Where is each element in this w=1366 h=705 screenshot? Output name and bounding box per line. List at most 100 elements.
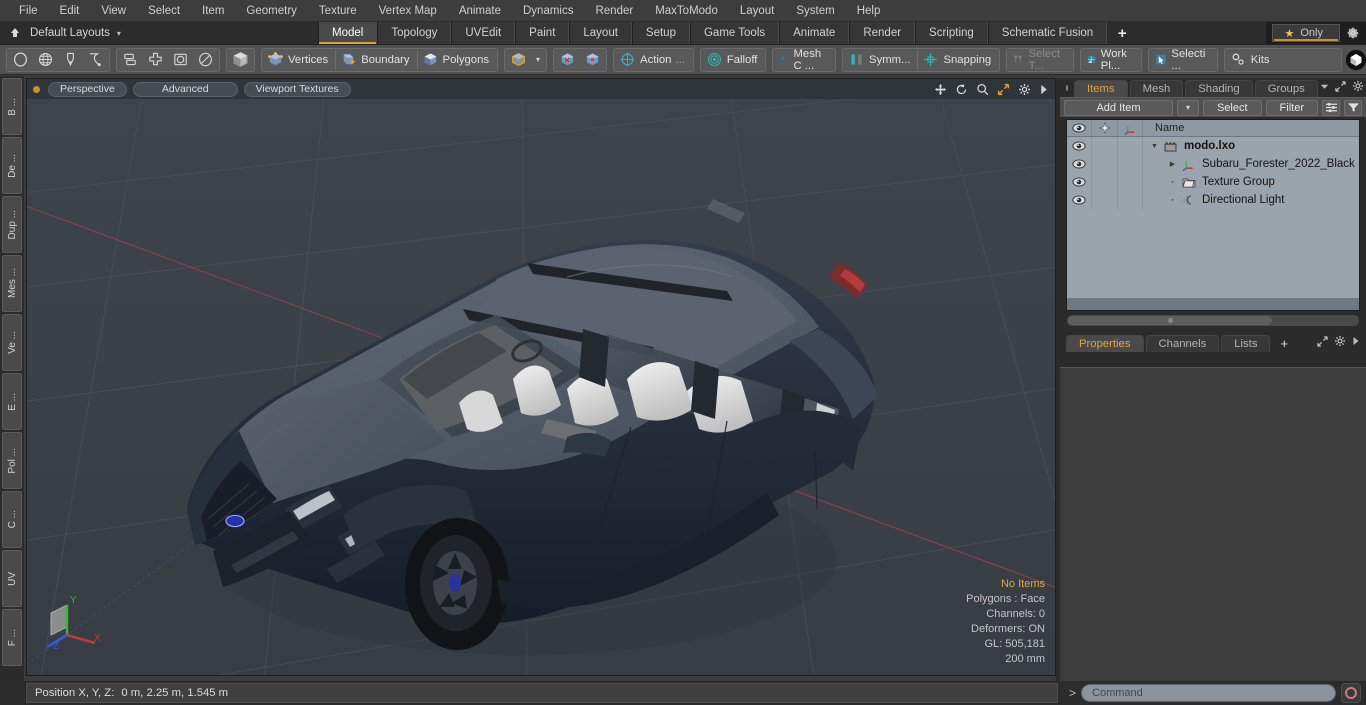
fit-icon[interactable] [997, 83, 1010, 96]
gear-icon[interactable] [1340, 22, 1366, 44]
item-tree[interactable]: Name ▼ modo.lxo ▶ Subaru_Forester_2022_Blac… [1066, 119, 1360, 311]
snapping-button[interactable]: Snapping [918, 49, 998, 71]
menu-item-animate[interactable]: Animate [448, 0, 512, 22]
transform-cell[interactable] [1118, 191, 1143, 209]
boundary-mode-button[interactable]: Boundary [336, 49, 416, 71]
layout-tab-topology[interactable]: Topology [377, 22, 452, 44]
lock-toggle-cell[interactable] [1092, 173, 1118, 191]
viewport-textures-button[interactable]: Viewport Textures [243, 81, 351, 97]
layout-tab-animate[interactable]: Animate [779, 22, 850, 44]
item-name-cell[interactable]: ▪ Directional Light [1143, 194, 1359, 206]
stack-tool-icon[interactable] [118, 49, 143, 71]
properties-tab-properties[interactable]: Properties [1066, 335, 1144, 352]
3d-viewport[interactable]: Y X Z No Items Polygons : Face Channels:… [26, 78, 1056, 676]
lock-toggle-cell[interactable] [1092, 137, 1118, 155]
menu-item-dynamics[interactable]: Dynamics [512, 0, 584, 22]
add-layout-tab-button[interactable]: + [1107, 22, 1137, 44]
expand-icon[interactable] [1335, 80, 1346, 95]
chevron-down-icon[interactable]: ▾ [117, 29, 121, 38]
gear-icon[interactable] [1352, 80, 1364, 95]
command-input[interactable]: Command [1081, 684, 1336, 702]
gear-icon[interactable] [1334, 335, 1346, 350]
menu-item-edit[interactable]: Edit [49, 0, 91, 22]
record-icon[interactable] [1341, 683, 1361, 703]
polygons-mode-button[interactable]: Polygons [418, 49, 496, 71]
left-tab-0[interactable]: B ... [2, 78, 22, 135]
viewport-scene[interactable] [27, 79, 1055, 675]
home-arrow-icon[interactable] [4, 23, 26, 44]
layout-tab-model[interactable]: Model [318, 22, 378, 44]
item-tree-row[interactable]: ▼ modo.lxo [1067, 137, 1359, 155]
item-name-cell[interactable]: ▪ Texture Group [1143, 176, 1359, 188]
visibility-toggle-icon[interactable] [1067, 137, 1092, 155]
visibility-toggle-icon[interactable] [1067, 173, 1092, 191]
action-center-button[interactable]: Action ... [615, 49, 692, 71]
visibility-toggle-icon[interactable] [1067, 155, 1092, 173]
axis-gizmo[interactable]: Y X Z [37, 587, 133, 667]
funnel-icon[interactable] [1344, 99, 1362, 116]
menu-item-file[interactable]: File [8, 0, 49, 22]
item-mode-cube-icon[interactable] [506, 49, 531, 71]
rotate-icon[interactable] [955, 83, 968, 96]
chevron-down-icon[interactable] [1320, 82, 1329, 94]
selection-set-button[interactable]: Selecti ... [1150, 48, 1216, 72]
layout-tab-uvedit[interactable]: UVEdit [451, 22, 516, 44]
layout-tab-game-tools[interactable]: Game Tools [689, 22, 780, 44]
menu-item-layout[interactable]: Layout [729, 0, 786, 22]
left-tab-3[interactable]: Mes ... [2, 255, 22, 312]
default-layouts-label[interactable]: Default Layouts [26, 27, 114, 39]
align-tool-icon[interactable] [143, 49, 168, 71]
zoom-icon[interactable] [976, 83, 989, 96]
left-tab-9[interactable]: F ... [2, 609, 22, 666]
expand-icon[interactable] [1317, 335, 1328, 350]
left-tab-8[interactable]: UV [2, 550, 22, 607]
panel-tab-shading[interactable]: Shading [1185, 80, 1253, 97]
item-tree-row[interactable]: ▪ Texture Group [1067, 173, 1359, 191]
vertices-mode-button[interactable]: Vertices [263, 49, 335, 71]
pan-icon[interactable] [934, 83, 947, 96]
left-tab-5[interactable]: E ... [2, 373, 22, 430]
viewport-arrow-icon[interactable] [1039, 84, 1049, 95]
work-plane-button[interactable]: Work Pl... [1082, 48, 1140, 72]
circle-tool-icon[interactable] [8, 49, 33, 71]
square-select-icon[interactable] [168, 49, 193, 71]
falloff-button[interactable]: Falloff [702, 49, 765, 71]
ellipse-select-icon[interactable] [193, 49, 218, 71]
add-item-button[interactable]: Add Item [1064, 99, 1173, 116]
expander-icon[interactable]: ▶ [1167, 160, 1178, 168]
menu-item-item[interactable]: Item [191, 0, 235, 22]
left-tab-4[interactable]: Ve ... [2, 314, 22, 371]
properties-tab-channels[interactable]: Channels [1145, 335, 1220, 352]
properties-tab-lists[interactable]: Lists [1221, 335, 1271, 352]
tree-horizontal-scrollbar[interactable] [1067, 298, 1359, 310]
menu-item-maxtomodo[interactable]: MaxToModo [644, 0, 729, 22]
layout-tab-schematic-fusion[interactable]: Schematic Fusion [987, 22, 1108, 44]
scrollbar-thumb[interactable] [1068, 316, 1273, 325]
menu-item-view[interactable]: View [90, 0, 137, 22]
viewport-projection-button[interactable]: Perspective [48, 81, 127, 97]
item-name-cell[interactable]: ▼ modo.lxo [1143, 140, 1359, 152]
panel-tab-items[interactable]: Items [1074, 80, 1128, 97]
only-toggle-button[interactable]: ★ Only [1271, 24, 1340, 42]
mesh-constraint-button[interactable]: Mesh C ... [774, 48, 834, 72]
left-tab-1[interactable]: De ... [2, 137, 22, 194]
layout-tab-scripting[interactable]: Scripting [915, 22, 988, 44]
transform-cell[interactable] [1118, 155, 1143, 173]
layout-tab-setup[interactable]: Setup [631, 22, 690, 44]
globe-tool-icon[interactable] [33, 49, 58, 71]
add-item-dropdown[interactable]: ▾ [1176, 99, 1199, 116]
select-through-button[interactable]: Select T... [1008, 48, 1071, 72]
lock-toggle-cell[interactable] [1092, 155, 1118, 173]
item-name-cell[interactable]: ▶ Subaru_Forester_2022_Black [1143, 158, 1359, 171]
symmetry-button[interactable]: Symm... [844, 49, 917, 71]
select-through-icon[interactable] [555, 49, 580, 71]
item-tree-row[interactable]: ▪ Directional Light [1067, 191, 1359, 209]
layout-tab-layout[interactable]: Layout [569, 22, 632, 44]
menu-item-geometry[interactable]: Geometry [235, 0, 308, 22]
transform-cell[interactable] [1118, 137, 1143, 155]
add-properties-tab-button[interactable]: + [1272, 336, 1298, 352]
visibility-toggle-icon[interactable] [1067, 191, 1092, 209]
layout-tab-paint[interactable]: Paint [515, 22, 570, 44]
lock-toggle-cell[interactable] [1092, 191, 1118, 209]
select-vertex-icon[interactable] [580, 49, 605, 71]
